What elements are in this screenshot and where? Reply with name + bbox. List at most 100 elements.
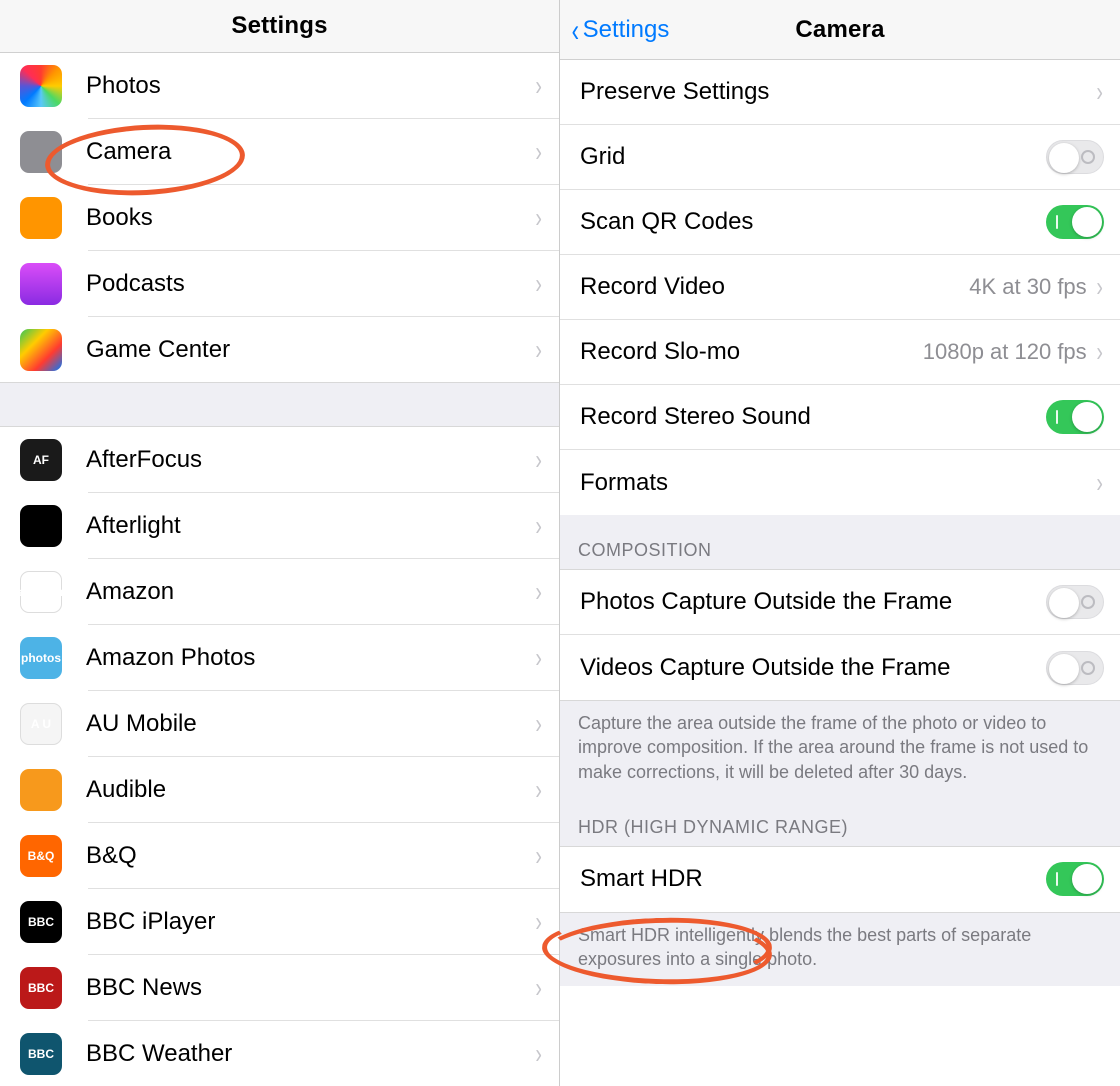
app-icon: photos bbox=[20, 637, 62, 679]
videos-capture-toggle[interactable] bbox=[1046, 651, 1104, 685]
chevron-right-icon: › bbox=[535, 642, 542, 674]
chevron-right-icon: › bbox=[1096, 336, 1103, 368]
back-button[interactable]: ‹ Settings bbox=[570, 0, 669, 59]
app-icon bbox=[20, 263, 62, 305]
chevron-right-icon: › bbox=[535, 202, 542, 234]
settings-row-afterlight[interactable]: Afterlight› bbox=[0, 493, 559, 558]
settings-row-au-mobile[interactable]: A U AU Mobile› bbox=[0, 691, 559, 756]
row-videos-capture-outside[interactable]: Videos Capture Outside the Frame bbox=[560, 635, 1120, 700]
settings-row-game-center[interactable]: Game Center› bbox=[0, 317, 559, 382]
chevron-right-icon: › bbox=[535, 1038, 542, 1070]
chevron-right-icon: › bbox=[535, 70, 542, 102]
settings-row-camera[interactable]: Camera› bbox=[0, 119, 559, 184]
row-label: Camera bbox=[86, 138, 534, 166]
app-icon: A U bbox=[20, 703, 62, 745]
row-photos-capture-outside[interactable]: Photos Capture Outside the Frame bbox=[560, 570, 1120, 635]
settings-row-bbc-weather[interactable]: BBC BBC Weather› bbox=[0, 1021, 559, 1086]
app-icon: BBC bbox=[20, 1033, 62, 1075]
composition-footer: Capture the area outside the frame of th… bbox=[560, 700, 1120, 799]
row-label: Amazon Photos bbox=[86, 644, 534, 672]
row-label: Scan QR Codes bbox=[580, 208, 1046, 236]
settings-row-amazon[interactable]: amazon Amazon› bbox=[0, 559, 559, 624]
row-label: AU Mobile bbox=[86, 710, 534, 738]
row-label: Books bbox=[86, 204, 534, 232]
chevron-right-icon: › bbox=[535, 774, 542, 806]
chevron-right-icon: › bbox=[535, 136, 542, 168]
grid-toggle[interactable] bbox=[1046, 140, 1104, 174]
chevron-right-icon: › bbox=[1096, 271, 1103, 303]
camera-header: ‹ Settings Camera bbox=[560, 0, 1120, 60]
settings-row-amazon-photos[interactable]: photos Amazon Photos› bbox=[0, 625, 559, 690]
row-value: 4K at 30 fps bbox=[969, 274, 1086, 300]
row-scan-qr[interactable]: Scan QR Codes bbox=[560, 190, 1120, 255]
row-label: Record Video bbox=[580, 273, 969, 301]
chevron-right-icon: › bbox=[535, 510, 542, 542]
row-label: BBC Weather bbox=[86, 1040, 534, 1068]
row-label: Photos Capture Outside the Frame bbox=[580, 588, 1046, 616]
page-title: Settings bbox=[231, 12, 327, 40]
row-grid[interactable]: Grid bbox=[560, 125, 1120, 190]
row-label: BBC News bbox=[86, 974, 534, 1002]
app-icon: BBC bbox=[20, 901, 62, 943]
app-icon: amazon bbox=[20, 571, 62, 613]
settings-row-afterfocus[interactable]: AFAfterFocus› bbox=[0, 427, 559, 492]
row-label: Smart HDR bbox=[580, 865, 1046, 893]
settings-header: Settings bbox=[0, 0, 559, 53]
app-icon bbox=[20, 769, 62, 811]
row-formats[interactable]: Formats › bbox=[560, 450, 1120, 515]
photos-capture-toggle[interactable] bbox=[1046, 585, 1104, 619]
settings-row-photos[interactable]: Photos› bbox=[0, 53, 559, 118]
row-record-video[interactable]: Record Video 4K at 30 fps › bbox=[560, 255, 1120, 320]
app-icon bbox=[20, 329, 62, 371]
chevron-right-icon: › bbox=[535, 906, 542, 938]
settings-row-podcasts[interactable]: Podcasts› bbox=[0, 251, 559, 316]
row-label: Preserve Settings bbox=[580, 78, 1095, 106]
section-header-hdr: HDR (HIGH DYNAMIC RANGE) bbox=[560, 799, 1120, 847]
chevron-right-icon: › bbox=[1096, 76, 1103, 108]
app-icon bbox=[20, 197, 62, 239]
chevron-right-icon: › bbox=[535, 576, 542, 608]
row-label: Record Stereo Sound bbox=[580, 403, 1046, 431]
app-icon bbox=[20, 65, 62, 107]
hdr-footer: Smart HDR intelligently blends the best … bbox=[560, 912, 1120, 987]
app-icon: BBC bbox=[20, 967, 62, 1009]
app-icon: B&Q bbox=[20, 835, 62, 877]
settings-row-bbc-iplayer[interactable]: BBC BBC iPlayer› bbox=[0, 889, 559, 954]
chevron-left-icon: ‹ bbox=[572, 14, 579, 46]
row-preserve-settings[interactable]: Preserve Settings › bbox=[560, 60, 1120, 125]
chevron-right-icon: › bbox=[535, 444, 542, 476]
row-label: Podcasts bbox=[86, 270, 534, 298]
row-label: Amazon bbox=[86, 578, 534, 606]
settings-row-b-q[interactable]: B&QB&Q› bbox=[0, 823, 559, 888]
row-label: Formats bbox=[580, 469, 1095, 497]
settings-row-books[interactable]: Books› bbox=[0, 185, 559, 250]
row-label: BBC iPlayer bbox=[86, 908, 534, 936]
row-record-stereo[interactable]: Record Stereo Sound bbox=[560, 385, 1120, 450]
section-header-composition: COMPOSITION bbox=[560, 515, 1120, 570]
app-icon bbox=[20, 131, 62, 173]
row-smart-hdr[interactable]: Smart HDR bbox=[560, 847, 1120, 912]
scanqr-toggle[interactable] bbox=[1046, 205, 1104, 239]
row-label: Audible bbox=[86, 776, 534, 804]
row-label: Afterlight bbox=[86, 512, 534, 540]
chevron-right-icon: › bbox=[535, 840, 542, 872]
chevron-right-icon: › bbox=[1096, 467, 1103, 499]
row-value: 1080p at 120 fps bbox=[923, 339, 1087, 365]
settings-row-audible[interactable]: Audible› bbox=[0, 757, 559, 822]
row-label: Videos Capture Outside the Frame bbox=[580, 654, 1046, 682]
settings-row-bbc-news[interactable]: BBCBBC News› bbox=[0, 955, 559, 1020]
chevron-right-icon: › bbox=[535, 268, 542, 300]
page-title: Camera bbox=[795, 16, 884, 44]
stereo-toggle[interactable] bbox=[1046, 400, 1104, 434]
app-icon bbox=[20, 505, 62, 547]
app-icon: AF bbox=[20, 439, 62, 481]
section-gap bbox=[0, 382, 559, 427]
row-label: Game Center bbox=[86, 336, 534, 364]
row-record-slomo[interactable]: Record Slo-mo 1080p at 120 fps › bbox=[560, 320, 1120, 385]
chevron-right-icon: › bbox=[535, 708, 542, 740]
row-label: Grid bbox=[580, 143, 1046, 171]
smarthdr-toggle[interactable] bbox=[1046, 862, 1104, 896]
chevron-right-icon: › bbox=[535, 334, 542, 366]
row-label: B&Q bbox=[86, 842, 534, 870]
row-label: Record Slo-mo bbox=[580, 338, 923, 366]
